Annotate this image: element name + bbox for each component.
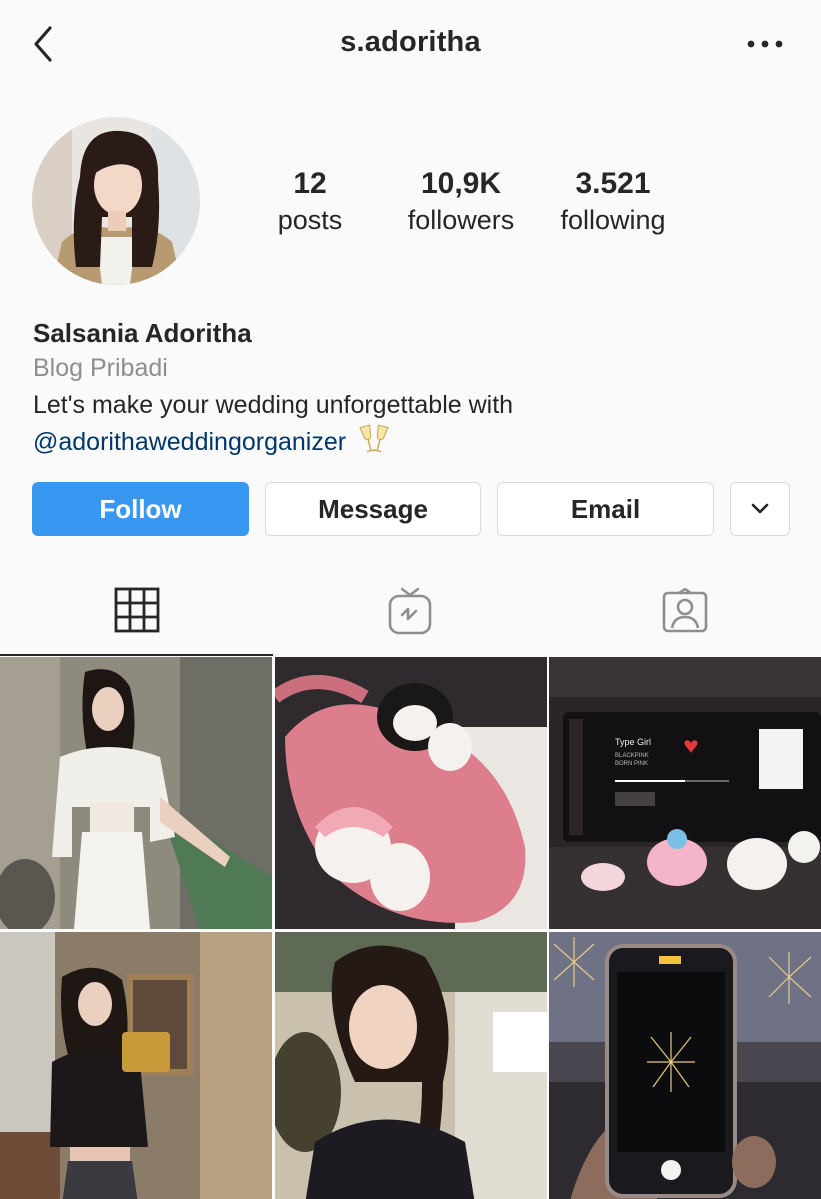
followers-count-value: 10,9K (420, 167, 502, 200)
followers-count-label: followers (407, 205, 515, 235)
avatar[interactable] (32, 117, 200, 285)
more-options-button[interactable] (745, 30, 785, 58)
car-song-artist: BLACKPINK (615, 753, 649, 759)
clinking-glasses-icon (359, 424, 389, 453)
following-count[interactable]: 3.521 following (548, 166, 678, 238)
post-image-plush-toys (275, 657, 547, 929)
profile-bio: Salsania Adoritha Blog Pribadi Let's mak… (33, 316, 793, 460)
posts-count-value: 12 (293, 167, 327, 200)
profile-full-name: Salsania Adoritha (33, 318, 252, 348)
post-thumbnail[interactable] (549, 932, 821, 1199)
bio-mention-link[interactable]: @adorithaweddingorganizer (33, 425, 346, 459)
chevron-down-icon (751, 503, 769, 514)
following-count-value: 3.521 (575, 167, 651, 200)
tagged-user-icon (662, 588, 707, 633)
grid-icon (114, 587, 159, 633)
top-bar: s.adoritha (0, 0, 821, 92)
car-song-title: Type Girl (615, 737, 651, 747)
profile-category: Blog Pribadi (33, 354, 168, 382)
tab-igtv[interactable] (273, 566, 546, 656)
igtv-icon (388, 587, 431, 635)
posts-count-label: posts (277, 205, 343, 235)
avatar-image (32, 117, 200, 285)
posts-grid: Type Girl BLACKPINK BORN PINK (0, 656, 821, 1199)
post-image-white-outfit (0, 657, 272, 929)
profile-tabs (0, 566, 821, 656)
post-thumbnail[interactable]: Type Girl BLACKPINK BORN PINK (549, 657, 821, 929)
post-thumbnail[interactable] (0, 657, 272, 929)
follow-button[interactable]: Follow (32, 482, 249, 536)
following-count-label: following (560, 205, 666, 235)
champagne-emoji-icon (358, 423, 390, 460)
post-image-ponytail-smile (275, 932, 547, 1199)
car-song-album: BORN PINK (615, 761, 648, 767)
tab-tagged[interactable] (548, 566, 821, 656)
profile-page: s.adoritha 12 posts 10,9K followers 3.52… (0, 0, 821, 1199)
tab-posts-grid[interactable] (0, 566, 273, 656)
profile-username: s.adoritha (340, 26, 481, 58)
more-horizontal-icon (747, 40, 783, 48)
posts-count[interactable]: 12 posts (260, 166, 360, 238)
email-button[interactable]: Email (497, 482, 714, 536)
post-thumbnail[interactable] (0, 932, 272, 1199)
bio-text: Let's make your wedding unforgettable wi… (33, 391, 514, 419)
suggested-accounts-button[interactable] (730, 482, 790, 536)
bio-second-line: @adorithaweddingorganizer (33, 423, 793, 460)
post-thumbnail[interactable] (275, 932, 547, 1199)
message-button[interactable]: Message (265, 482, 481, 536)
post-image-fireworks-phone (549, 932, 821, 1199)
followers-count[interactable]: 10,9K followers (395, 166, 527, 238)
post-image-mirror-selfie (0, 932, 272, 1199)
post-image-car-dashboard: Type Girl BLACKPINK BORN PINK (549, 657, 821, 929)
post-thumbnail[interactable] (275, 657, 547, 929)
